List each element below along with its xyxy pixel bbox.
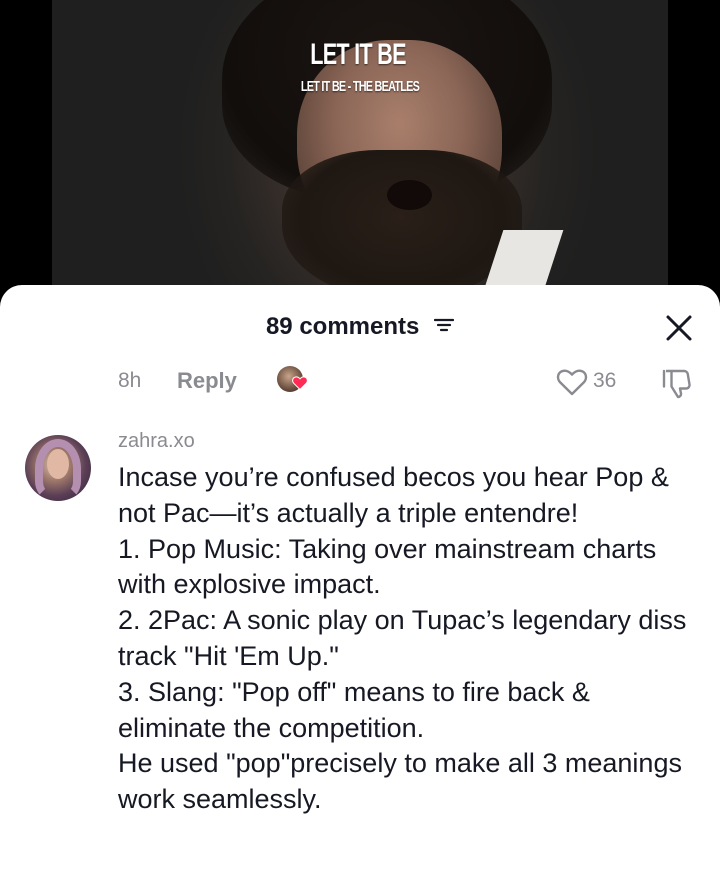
video-player[interactable]: LET IT BE LET IT BE - THE BEATLES xyxy=(0,0,720,300)
heart-outline-icon[interactable] xyxy=(556,367,588,397)
comment-time: 8h xyxy=(118,369,142,392)
video-subtitle: LET IT BE - THE BEATLES xyxy=(300,78,420,95)
video-subject-beard xyxy=(282,150,522,300)
reply-button[interactable]: Reply xyxy=(177,368,237,394)
like-count: 36 xyxy=(593,369,617,392)
video-title: LET IT BE xyxy=(310,38,406,71)
avatar-face xyxy=(47,449,69,479)
video-subject-mouth xyxy=(387,180,432,210)
comment-text: Incase you’re confused becos you hear Po… xyxy=(118,462,687,815)
heart-badge-icon xyxy=(292,376,308,390)
creator-liked-avatar xyxy=(277,366,308,392)
comments-count-title[interactable]: 89 comments xyxy=(0,313,720,341)
sort-lines-icon[interactable] xyxy=(433,312,455,340)
comment-username[interactable]: zahra.xo xyxy=(118,430,195,453)
comments-count-label: 89 comments xyxy=(265,313,420,340)
comments-sheet: 89 comments 8h Reply 36 zahra.xo Incase … xyxy=(0,285,720,885)
thumbs-down-icon[interactable] xyxy=(660,367,694,399)
previous-comment-actions: 8h Reply 36 xyxy=(0,363,720,403)
close-button[interactable] xyxy=(662,311,696,345)
comments-header: 89 comments xyxy=(0,285,720,367)
avatar[interactable] xyxy=(25,435,91,501)
close-x-icon xyxy=(666,315,692,341)
